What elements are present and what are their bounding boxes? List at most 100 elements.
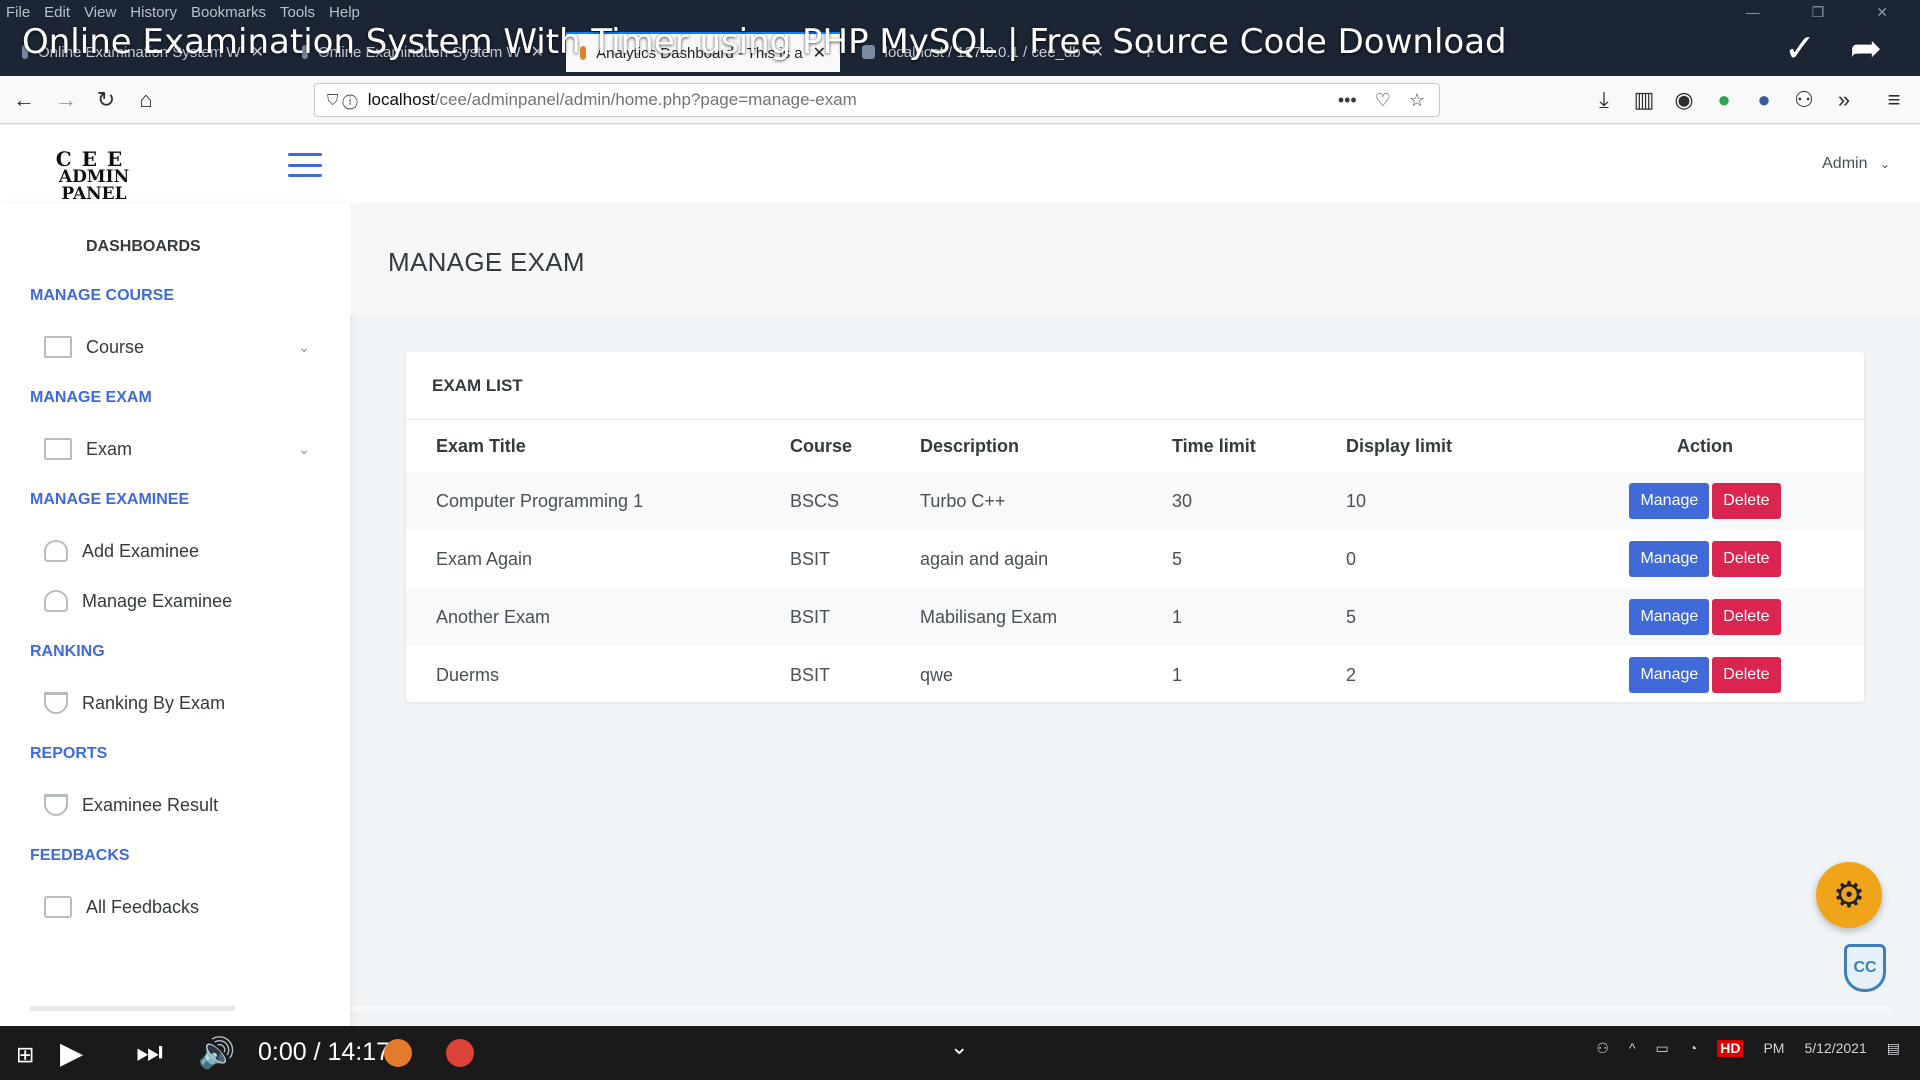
delete-button[interactable]: Delete [1712, 541, 1781, 577]
delete-button[interactable]: Delete [1712, 599, 1781, 635]
cell-description: Turbo C++ [920, 490, 1006, 511]
menu-help[interactable]: Help [329, 4, 360, 21]
sidebar-item-label: Manage Examinee [82, 590, 233, 611]
sidebar-item-manage-examinee[interactable]: Manage Examinee [30, 583, 320, 619]
manage-button[interactable]: Manage [1629, 541, 1710, 577]
cell-course: BSIT [790, 606, 831, 627]
sidebar-item-exam[interactable]: Exam ⌄ [30, 431, 320, 467]
list-icon [44, 336, 72, 358]
column-header: Display limit [1346, 435, 1453, 456]
cell-time-limit: 1 [1172, 606, 1183, 627]
url-actions: ••• ♡ ☆ [1338, 90, 1425, 111]
browser-menubar: File Edit View History Bookmarks Tools H… [0, 0, 1920, 24]
chevron-down-icon[interactable]: ⌄ [950, 1034, 968, 1060]
card-title: EXAM LIST [406, 352, 1864, 420]
video-controls: ⊞ ▶ ⏭ 🔊 0:00 / 14:17 ⌄ ⚇ ^ ▭ ◔ HD PM 5/1… [0, 1026, 1920, 1080]
people-icon[interactable]: ⚇ [1596, 1040, 1609, 1057]
windows-start-icon[interactable]: ⊞ [16, 1042, 34, 1068]
close-window-icon[interactable]: ✕ [1876, 4, 1888, 21]
back-icon[interactable]: ← [10, 86, 38, 114]
hamburger-menu-icon[interactable]: ≡ [1880, 86, 1908, 114]
menu-history[interactable]: History [130, 4, 177, 21]
trophy-icon [44, 692, 68, 714]
taskbar-app-icon[interactable] [384, 1039, 412, 1067]
pocket-icon[interactable]: ♡ [1375, 90, 1391, 111]
cell-actions: Manage Delete [1546, 472, 1864, 530]
cell-display-limit: 0 [1346, 548, 1357, 569]
logo-line1: CEE [55, 147, 133, 171]
chat-icon [44, 896, 72, 918]
home-icon[interactable]: ⌂ [132, 86, 160, 114]
volume-icon[interactable]: 🔊 [198, 1036, 235, 1071]
video-progress-fill [30, 1006, 235, 1011]
admin-menu[interactable]: Admin ⌄ [1822, 155, 1890, 173]
sidebar-item-all-feedbacks[interactable]: All Feedbacks [30, 889, 320, 925]
cell-exam-title: Another Exam [436, 606, 551, 627]
video-progress-bar[interactable] [30, 1006, 1890, 1011]
extension-icon[interactable]: ● [1710, 86, 1738, 114]
date: 5/12/2021 [1804, 1040, 1867, 1056]
menu-edit[interactable]: Edit [44, 4, 70, 21]
manage-button[interactable]: Manage [1629, 657, 1710, 693]
forward-icon[interactable]: → [52, 86, 80, 114]
video-title: Online Examination System With Timer usi… [22, 22, 1507, 62]
check-icon[interactable]: ✓ [1784, 26, 1816, 71]
extension-icon[interactable]: ⚇ [1790, 86, 1818, 114]
sidebar-item-course[interactable]: Course ⌄ [30, 329, 320, 365]
cell-time-limit: 1 [1172, 664, 1183, 685]
cell-exam-title: Exam Again [436, 548, 533, 569]
sidebar-toggle-icon[interactable] [288, 153, 322, 177]
manage-button[interactable]: Manage [1629, 483, 1710, 519]
menu-tools[interactable]: Tools [280, 4, 315, 21]
cell-display-limit: 2 [1346, 664, 1357, 685]
download-icon[interactable]: ⤓ [1590, 86, 1618, 114]
play-icon[interactable]: ▶ [60, 1036, 83, 1071]
cell-course: BSIT [790, 664, 831, 685]
users-icon [44, 590, 68, 612]
minimize-icon[interactable]: — [1746, 4, 1760, 20]
menu-bookmarks[interactable]: Bookmarks [191, 4, 266, 21]
sidebar-item-dashboards[interactable]: DASHBOARDS [30, 225, 320, 269]
sidebar-item-label: Examinee Result [82, 794, 219, 815]
settings-gear-icon[interactable]: ⚙ [1816, 862, 1882, 928]
share-icon[interactable]: ➦ [1850, 26, 1882, 71]
reload-icon[interactable]: ↻ [92, 86, 120, 114]
menu-view[interactable]: View [84, 4, 116, 21]
cell-course: BSIT [790, 548, 831, 569]
chevron-down-icon: ⌄ [298, 440, 310, 457]
sidebar-item-label: All Feedbacks [86, 896, 200, 917]
cell-actions: Manage Delete [1546, 530, 1864, 588]
next-icon[interactable]: ⏭ [136, 1036, 163, 1070]
manage-button[interactable]: Manage [1629, 599, 1710, 635]
sidebar-heading: MANAGE EXAMINEE [30, 491, 190, 508]
extension-icon[interactable]: ● [1750, 86, 1778, 114]
more-icon[interactable]: ••• [1338, 90, 1357, 111]
column-header: Exam Title [436, 435, 526, 456]
bookmark-star-icon[interactable]: ☆ [1409, 90, 1425, 111]
shield-icon[interactable]: ⛉ ⓘ [327, 92, 358, 109]
shield-badge-icon[interactable]: CC [1844, 944, 1886, 992]
cell-actions: Manage Delete [1546, 646, 1864, 704]
admin-label: Admin [1822, 155, 1868, 172]
sidebar-item-examinee-result[interactable]: Examinee Result [30, 787, 320, 823]
sidebar-item-ranking-by-exam[interactable]: Ranking By Exam [30, 685, 320, 721]
tray-chevron-icon[interactable]: ^ [1629, 1040, 1636, 1057]
column-header: Description [920, 435, 1020, 456]
overflow-icon[interactable]: » [1830, 86, 1858, 114]
delete-button[interactable]: Delete [1712, 657, 1781, 693]
column-header: Action [1677, 435, 1733, 456]
window-controls: — ❐ ✕ [1746, 0, 1902, 24]
library-icon[interactable]: ▥ [1630, 86, 1658, 114]
restore-icon[interactable]: ❐ [1812, 4, 1825, 21]
chrome-icon[interactable] [446, 1039, 474, 1067]
badge-hd: HD [1717, 1040, 1744, 1057]
delete-button[interactable]: Delete [1712, 483, 1781, 519]
notification-icon[interactable]: ▤ [1887, 1040, 1900, 1057]
address-bar[interactable]: ⛉ ⓘ localhost/cee/adminpanel/admin/home.… [314, 83, 1440, 117]
sidebar-item-add-examinee[interactable]: Add Examinee [30, 533, 320, 569]
page-title-bar: MANAGE EXAM [350, 203, 1920, 315]
logo[interactable]: CEE ADMIN PANEL [34, 149, 154, 203]
account-icon[interactable]: ◉ [1670, 86, 1698, 114]
browser-navbar: ← → ↻ ⌂ ⛉ ⓘ localhost/cee/adminpanel/adm… [0, 76, 1920, 124]
menu-file[interactable]: File [6, 4, 30, 21]
